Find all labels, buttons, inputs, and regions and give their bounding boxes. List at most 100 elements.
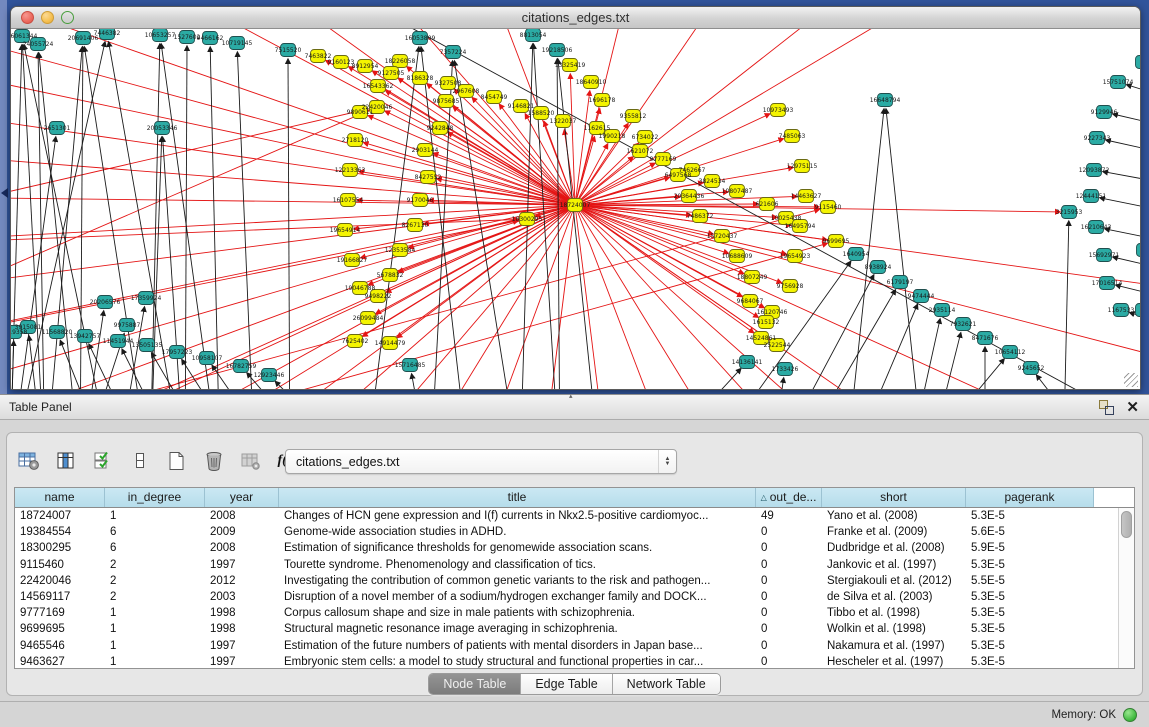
table-cell-in_degree[interactable]: 1	[105, 510, 205, 522]
table-cell-out_de[interactable]: 0	[756, 542, 822, 554]
table-cell-pagerank[interactable]: 5.3E-5	[966, 623, 1094, 635]
table-cell-short[interactable]: Dudbridge et al. (2008)	[822, 542, 966, 554]
select-all-button[interactable]	[90, 448, 116, 474]
vertical-scrollbar[interactable]	[1118, 508, 1134, 668]
citation-graph[interactable]: 1872400774638229160123891295418226058912…	[11, 29, 1140, 389]
table-cell-out_de[interactable]: 0	[756, 607, 822, 619]
table-cell-out_de[interactable]: 0	[756, 623, 822, 635]
table-row[interactable]: 1456911722003Disruption of a novel membe…	[15, 589, 1134, 605]
table-cell-pagerank[interactable]: 5.3E-5	[966, 640, 1094, 652]
table-cell-title[interactable]: Investigating the contribution of common…	[279, 575, 756, 587]
table-cell-title[interactable]: Genome-wide association studies in ADHD.	[279, 526, 756, 538]
window-titlebar[interactable]: citations_edges.txt	[11, 7, 1140, 29]
resize-grip-icon[interactable]	[1124, 373, 1138, 387]
column-header-pagerank[interactable]: pagerank	[966, 488, 1094, 507]
table-cell-pagerank[interactable]: 5.3E-5	[966, 510, 1094, 522]
table-cell-in_degree[interactable]: 1	[105, 640, 205, 652]
table-cell-short[interactable]: Jankovic et al. (1997)	[822, 559, 966, 571]
table-cell-in_degree[interactable]: 1	[105, 607, 205, 619]
table-cell-pagerank[interactable]: 5.5E-5	[966, 575, 1094, 587]
column-header-title[interactable]: title	[279, 488, 756, 507]
table-cell-out_de[interactable]: 0	[756, 575, 822, 587]
scrollbar-thumb[interactable]	[1121, 511, 1132, 538]
table-cell-year[interactable]: 1998	[205, 607, 279, 619]
table-cell-year[interactable]: 2003	[205, 591, 279, 603]
delete-column-button[interactable]	[201, 448, 227, 474]
cell-entry-button[interactable]	[127, 448, 153, 474]
show-columns-button[interactable]	[53, 448, 79, 474]
column-header-in_degree[interactable]: in_degree	[105, 488, 205, 507]
collapse-left-arrow-icon[interactable]	[1, 188, 8, 198]
splitter-handle-icon[interactable]: ▴	[569, 394, 573, 400]
table-selector-dropdown[interactable]: citations_edges.txt ▲▼	[285, 449, 677, 474]
table-cell-out_de[interactable]: 0	[756, 640, 822, 652]
table-cell-short[interactable]: Yano et al. (2008)	[822, 510, 966, 522]
close-panel-button[interactable]: ✕	[1126, 400, 1139, 415]
table-cell-short[interactable]: Tibbo et al. (1998)	[822, 607, 966, 619]
table-row[interactable]: 969969511998Structural magnetic resonanc…	[15, 621, 1134, 637]
table-cell-pagerank[interactable]: 5.3E-5	[966, 656, 1094, 668]
table-cell-out_de[interactable]: 0	[756, 526, 822, 538]
column-header-short[interactable]: short	[822, 488, 966, 507]
table-cell-year[interactable]: 2009	[205, 526, 279, 538]
table-cell-short[interactable]: Nakamura et al. (1997)	[822, 640, 966, 652]
table-cell-in_degree[interactable]: 1	[105, 656, 205, 668]
tab-node-table[interactable]: Node Table	[429, 674, 521, 694]
table-row[interactable]: 1938455462009Genome-wide association stu…	[15, 524, 1134, 540]
table-cell-year[interactable]: 2008	[205, 510, 279, 522]
table-cell-pagerank[interactable]: 5.3E-5	[966, 559, 1094, 571]
import-table-button[interactable]	[238, 448, 264, 474]
column-header-out_de[interactable]: △out_de...	[756, 488, 822, 507]
table-cell-pagerank[interactable]: 5.6E-5	[966, 526, 1094, 538]
tab-edge-table[interactable]: Edge Table	[521, 674, 612, 694]
table-cell-name[interactable]: 9463627	[15, 656, 105, 668]
table-cell-name[interactable]: 9115460	[15, 559, 105, 571]
table-row[interactable]: 946362711997Embryonic stem cells: a mode…	[15, 654, 1134, 669]
table-row[interactable]: 977716911998Corpus callosum shape and si…	[15, 605, 1134, 621]
table-cell-title[interactable]: Estimation of the future numbers of pati…	[279, 640, 756, 652]
table-row[interactable]: 946554611997Estimation of the future num…	[15, 638, 1134, 654]
table-cell-year[interactable]: 2008	[205, 542, 279, 554]
column-header-year[interactable]: year	[205, 488, 279, 507]
table-cell-title[interactable]: Changes of HCN gene expression and I(f) …	[279, 510, 756, 522]
table-cell-in_degree[interactable]: 2	[105, 575, 205, 587]
table-cell-name[interactable]: 18724007	[15, 510, 105, 522]
table-cell-title[interactable]: Embryonic stem cells: a model to study s…	[279, 656, 756, 668]
table-row[interactable]: 911546021997Tourette syndrome. Phenomeno…	[15, 557, 1134, 573]
table-cell-out_de[interactable]: 0	[756, 559, 822, 571]
graph-node[interactable]	[1137, 244, 1141, 257]
network-canvas[interactable]: 1872400774638229160123891295418226058912…	[11, 29, 1140, 389]
table-cell-name[interactable]: 9465546	[15, 640, 105, 652]
table-cell-short[interactable]: Franke et al. (2009)	[822, 526, 966, 538]
table-cell-short[interactable]: de Silva et al. (2003)	[822, 591, 966, 603]
table-row[interactable]: 2242004622012Investigating the contribut…	[15, 573, 1134, 589]
table-cell-title[interactable]: Disruption of a novel member of a sodium…	[279, 591, 756, 603]
table-cell-name[interactable]: 14569117	[15, 591, 105, 603]
table-cell-short[interactable]: Stergiakouli et al. (2012)	[822, 575, 966, 587]
table-cell-pagerank[interactable]: 5.3E-5	[966, 591, 1094, 603]
table-cell-year[interactable]: 1998	[205, 623, 279, 635]
table-cell-in_degree[interactable]: 6	[105, 526, 205, 538]
table-row[interactable]: 1830029562008Estimation of significance …	[15, 540, 1134, 556]
table-cell-short[interactable]: Wolkin et al. (1998)	[822, 623, 966, 635]
table-cell-year[interactable]: 2012	[205, 575, 279, 587]
table-cell-pagerank[interactable]: 5.9E-5	[966, 542, 1094, 554]
tab-network-table[interactable]: Network Table	[613, 674, 720, 694]
table-cell-year[interactable]: 1997	[205, 656, 279, 668]
graph-node[interactable]	[1136, 56, 1141, 69]
graph-node[interactable]	[1136, 304, 1141, 317]
table-cell-out_de[interactable]: 49	[756, 510, 822, 522]
table-cell-name[interactable]: 9699695	[15, 623, 105, 635]
table-mode-button[interactable]	[16, 448, 42, 474]
table-cell-pagerank[interactable]: 5.3E-5	[966, 607, 1094, 619]
table-cell-short[interactable]: Hescheler et al. (1997)	[822, 656, 966, 668]
column-header-name[interactable]: name	[15, 488, 105, 507]
table-cell-out_de[interactable]: 0	[756, 656, 822, 668]
new-column-button[interactable]	[164, 448, 190, 474]
table-cell-name[interactable]: 9777169	[15, 607, 105, 619]
table-cell-title[interactable]: Tourette syndrome. Phenomenology and cla…	[279, 559, 756, 571]
table-cell-title[interactable]: Estimation of significance thresholds fo…	[279, 542, 756, 554]
table-cell-in_degree[interactable]: 6	[105, 542, 205, 554]
table-cell-out_de[interactable]: 0	[756, 591, 822, 603]
table-cell-year[interactable]: 1997	[205, 559, 279, 571]
